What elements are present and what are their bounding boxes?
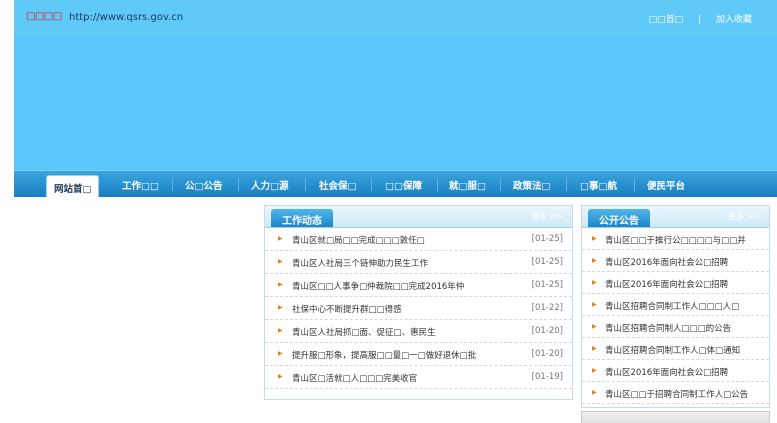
news-title[interactable]: 青山区就□局□□完成□□□敦任□ <box>292 234 425 246</box>
news-date: [01-25] <box>531 257 563 267</box>
nav-separator <box>634 178 635 191</box>
news-item[interactable]: ▶ 青山区人社局三个链伸助力民生工作 [01-25] <box>265 251 572 274</box>
nav-item-services[interactable]: 便民平台 <box>647 178 685 192</box>
notice-item[interactable]: ▶ 青山区招聘合同制工作人□体□通知 <box>582 338 769 360</box>
nav-separator <box>172 178 173 191</box>
news-item[interactable]: ▶ 青山区□活就□人□□□完美收官 [01-19] <box>265 366 572 389</box>
nav-item-protection[interactable]: □□保障 <box>385 178 422 192</box>
main-nav: 网站首□ 工作□□ 公□公告 人力□源 社会保□ □□保障 就□服□ 政策法□ … <box>14 170 777 197</box>
nav-item-policy[interactable]: 政策法□ <box>513 178 550 192</box>
set-homepage-link[interactable]: □□首□ <box>649 12 684 25</box>
notice-title[interactable]: 青山区□□于推行公□□□□与□□并 <box>605 234 746 246</box>
public-notice-header: 公开公告 更多 >> <box>582 206 769 228</box>
notice-title[interactable]: 青山区2016年面向社会公□招聘 <box>605 278 728 290</box>
map-thumbnail[interactable] <box>581 411 770 423</box>
notice-title[interactable]: 青山区2016年面向社会公□招聘 <box>605 256 728 268</box>
bullet-icon: ▶ <box>278 304 283 311</box>
nav-separator <box>371 178 372 191</box>
notice-title[interactable]: 青山区招聘合同制人□□□的公告 <box>605 322 731 334</box>
bullet-icon: ▶ <box>592 389 597 396</box>
site-logo[interactable]: □□□□ <box>26 11 62 22</box>
notice-title[interactable]: 青山区招聘合同制工作人□□□人□ <box>605 300 739 312</box>
work-news-list: ▶ 青山区就□局□□完成□□□敦任□ [01-25] ▶ 青山区人社局三个链伸助力民生… <box>265 228 572 389</box>
nav-separator <box>238 178 239 191</box>
add-bookmark-link[interactable]: 加入收藏 <box>716 12 752 25</box>
bullet-icon: ▶ <box>592 301 597 308</box>
nav-item-guide[interactable]: □事□航 <box>580 178 617 192</box>
news-title[interactable]: 青山区□活就□人□□□完美收官 <box>292 372 417 384</box>
banner <box>14 38 777 170</box>
bullet-icon: ▶ <box>592 279 597 286</box>
nav-item-announcements[interactable]: 公□公告 <box>185 178 222 192</box>
notice-title[interactable]: 青山区招聘合同制工作人□体□通知 <box>605 344 740 356</box>
nav-separator <box>500 178 501 191</box>
nav-separator <box>437 178 438 191</box>
news-date: [01-22] <box>531 303 563 313</box>
notice-item[interactable]: ▶ 青山区2016年面向社会公□招聘 <box>582 360 769 382</box>
notice-item[interactable]: ▶ 青山区2016年面向社会公□招聘 <box>582 250 769 272</box>
news-title[interactable]: 青山区人社局三个链伸助力民生工作 <box>292 257 428 269</box>
news-date: [01-20] <box>531 349 563 359</box>
bullet-icon: ▶ <box>592 323 597 330</box>
link-separator: | <box>698 15 702 25</box>
news-date: [01-20] <box>531 326 563 336</box>
news-title[interactable]: 青山区□□人事争□仲裁院□□完成2016年仲 <box>292 280 464 292</box>
nav-separator <box>305 178 306 191</box>
news-item[interactable]: ▶ 社保中心不断提升群□□得感 [01-22] <box>265 297 572 320</box>
nav-item-employment[interactable]: 就□服□ <box>449 178 486 192</box>
bullet-icon: ▶ <box>592 235 597 242</box>
work-news-more-link[interactable]: 更多 >> <box>531 211 563 222</box>
public-notice-list: ▶ 青山区□□于推行公□□□□与□□并 ▶ 青山区2016年面向社会公□招聘 ▶ 青山… <box>582 228 769 404</box>
notice-item[interactable]: ▶ 青山区□□于推行公□□□□与□□并 <box>582 228 769 250</box>
public-notice-panel: 公开公告 更多 >> ▶ 青山区□□于推行公□□□□与□□并 ▶ 青山区2016年面… <box>581 205 770 408</box>
news-date: [01-19] <box>531 372 563 382</box>
news-item[interactable]: ▶ 青山区就□局□□完成□□□敦任□ [01-25] <box>265 228 572 251</box>
news-title[interactable]: 青山区人社局抓□面、促征□、惠民生 <box>292 326 436 338</box>
nav-item-home[interactable]: 网站首□ <box>46 175 100 197</box>
notice-title[interactable]: 青山区□□于招聘合同制工作人□公告 <box>605 388 748 400</box>
bullet-icon: ▶ <box>278 327 283 334</box>
bullet-icon: ▶ <box>278 373 283 380</box>
nav-item-social-insurance[interactable]: 社会保□ <box>319 178 356 192</box>
news-item[interactable]: ▶ 提升服□形象，提高服□□量□一□做好退休□批 [01-20] <box>265 343 572 366</box>
top-links: □□首□ | 加入收藏 <box>649 12 752 25</box>
nav-item-human-resources[interactable]: 人力□源 <box>251 178 288 192</box>
news-date: [01-25] <box>531 280 563 290</box>
work-news-panel: 工作动态 更多 >> ▶ 青山区就□局□□完成□□□敦任□ [01-25] ▶ 青山区… <box>264 205 573 400</box>
news-date: [01-25] <box>531 234 563 244</box>
bullet-icon: ▶ <box>592 257 597 264</box>
bullet-icon: ▶ <box>278 281 283 288</box>
work-news-header: 工作动态 更多 >> <box>265 206 572 228</box>
bullet-icon: ▶ <box>592 367 597 374</box>
nav-separator <box>566 178 567 191</box>
bullet-icon: ▶ <box>278 235 283 242</box>
work-news-title[interactable]: 工作动态 <box>271 209 333 227</box>
bullet-icon: ▶ <box>278 258 283 265</box>
bullet-icon: ▶ <box>278 350 283 357</box>
notice-item[interactable]: ▶ 青山区□□于招聘合同制工作人□公告 <box>582 382 769 404</box>
nav-item-work[interactable]: 工作□□ <box>122 178 159 192</box>
news-item[interactable]: ▶ 青山区人社局抓□面、促征□、惠民生 [01-20] <box>265 320 572 343</box>
public-notice-title[interactable]: 公开公告 <box>588 209 650 227</box>
top-bar: □□□□ http://www.qsrs.gov.cn □□首□ | 加入收藏 <box>14 0 777 38</box>
notice-title[interactable]: 青山区2016年面向社会公□招聘 <box>605 366 728 378</box>
notice-item[interactable]: ▶ 青山区2016年面向社会公□招聘 <box>582 272 769 294</box>
notice-item[interactable]: ▶ 青山区招聘合同制人□□□的公告 <box>582 316 769 338</box>
news-item[interactable]: ▶ 青山区□□人事争□仲裁院□□完成2016年仲 [01-25] <box>265 274 572 297</box>
notice-item[interactable]: ▶ 青山区招聘合同制工作人□□□人□ <box>582 294 769 316</box>
news-title[interactable]: 提升服□形象，提高服□□量□一□做好退休□批 <box>292 349 476 361</box>
site-url: http://www.qsrs.gov.cn <box>69 12 184 23</box>
public-notice-more-link[interactable]: 更多 >> <box>728 211 760 222</box>
news-title[interactable]: 社保中心不断提升群□□得感 <box>292 303 402 315</box>
bullet-icon: ▶ <box>592 345 597 352</box>
page: □□□□ http://www.qsrs.gov.cn □□首□ | 加入收藏 … <box>0 0 777 423</box>
